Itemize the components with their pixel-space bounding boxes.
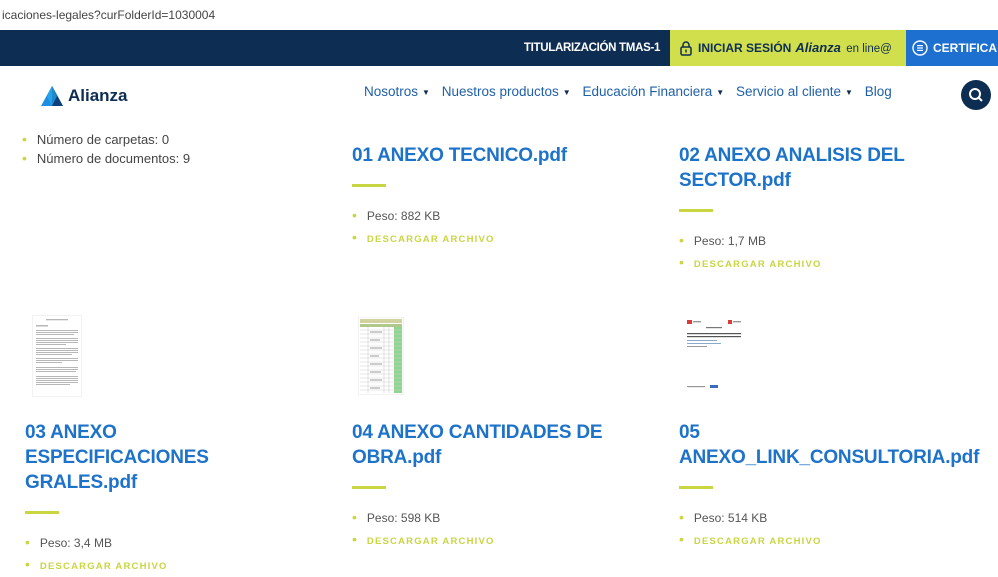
caret-down-icon: ▼ xyxy=(716,88,725,97)
pdf-preview-icon xyxy=(31,314,83,398)
bullet-icon: • xyxy=(679,509,684,525)
titularizacion-button[interactable]: TITULARIZACIÓN TMAS-1 xyxy=(514,30,670,66)
download-link[interactable]: • DESCARGAR ARCHIVO xyxy=(352,529,652,552)
document-card: 03 ANEXO ESPECIFICACIONES GRALES.pdf • Pe… xyxy=(25,420,325,577)
nav-label: Educación Financiera xyxy=(582,84,713,99)
bullet-icon: • xyxy=(22,131,27,147)
caret-down-icon: ▼ xyxy=(422,88,430,97)
nav-label: Nosotros xyxy=(364,84,419,99)
bullet-icon: • xyxy=(25,534,30,550)
folder-count-item: • Número de carpetas: 0 xyxy=(22,130,190,149)
bullet-icon: • xyxy=(25,556,30,572)
caret-down-icon: ▼ xyxy=(845,88,853,97)
document-thumbnail[interactable] xyxy=(684,317,744,395)
logo-text: Alianza xyxy=(68,86,128,105)
nav-item-servicio[interactable]: Servicio al cliente ▼ xyxy=(736,84,853,99)
document-title[interactable]: 04 ANEXO CANTIDADES DE OBRA.pdf xyxy=(352,420,632,470)
bullet-icon: • xyxy=(679,254,684,270)
document-size: • Peso: 514 KB xyxy=(679,509,768,525)
caret-down-icon: ▼ xyxy=(562,88,571,97)
login-label: INICIAR SESIÓN xyxy=(698,41,792,55)
document-thumbnail[interactable] xyxy=(357,316,405,396)
title-divider xyxy=(352,184,386,187)
document-card: 05 ANEXO_LINK_CONSULTORIA.pdf • Peso: 514… xyxy=(679,420,997,552)
document-title[interactable]: 05 ANEXO_LINK_CONSULTORIA.pdf xyxy=(679,420,997,470)
nav-item-productos[interactable]: Nuestros productos ▼ xyxy=(442,84,571,99)
main-navbar: Alianza Nosotros ▼ Nuestros productos ▼ Ed… xyxy=(0,66,998,124)
search-button[interactable] xyxy=(961,80,991,110)
document-title[interactable]: 02 ANEXO ANALISIS DEL SECTOR.pdf xyxy=(679,143,939,193)
document-title[interactable]: 03 ANEXO ESPECIFICACIONES GRALES.pdf xyxy=(25,420,235,495)
bullet-icon: • xyxy=(352,207,357,223)
alianza-logo[interactable]: Alianza xyxy=(40,82,128,110)
nav-item-educacion[interactable]: Educación Financiera ▼ xyxy=(582,84,724,99)
bullet-icon: • xyxy=(352,531,357,547)
pdf-preview-icon xyxy=(684,317,744,395)
login-button[interactable]: INICIAR SESIÓN Alianza en line@ xyxy=(670,30,906,66)
document-count: Número de documentos: 9 xyxy=(36,151,191,166)
search-icon xyxy=(969,88,983,102)
document-meta: • Peso: 3,4 MB • DESCARGAR ARCHIVO xyxy=(25,532,325,577)
download-link[interactable]: • DESCARGAR ARCHIVO xyxy=(679,529,997,552)
folder-count: Número de carpetas: 0 xyxy=(36,132,170,147)
alianza-logo-icon xyxy=(41,86,63,106)
document-count-item: • Número de documentos: 9 xyxy=(22,149,190,168)
title-divider xyxy=(352,486,386,489)
address-bar[interactable]: icaciones-legales?curFolderId=1030004 xyxy=(0,0,998,30)
nav-item-blog[interactable]: Blog xyxy=(865,84,892,99)
document-meta: • Peso: 882 KB • DESCARGAR ARCHIVO xyxy=(352,205,652,250)
download-link[interactable]: • DESCARGAR ARCHIVO xyxy=(352,227,652,250)
document-meta: • Peso: 514 KB • DESCARGAR ARCHIVO xyxy=(679,507,997,552)
document-size: • Peso: 882 KB xyxy=(352,207,441,223)
login-brand: Alianza xyxy=(795,40,841,55)
title-divider xyxy=(679,209,713,212)
document-size: • Peso: 1,7 MB xyxy=(679,232,766,248)
document-meta: • Peso: 1,7 MB • DESCARGAR ARCHIVO xyxy=(679,230,979,275)
nav-label: Servicio al cliente xyxy=(735,84,842,99)
bullet-icon: • xyxy=(22,150,27,166)
title-divider xyxy=(25,511,59,514)
login-online: en line@ xyxy=(846,43,892,55)
folder-info: • Número de carpetas: 0 • Número de docume… xyxy=(22,130,190,168)
title-divider xyxy=(679,486,713,489)
bullet-icon: • xyxy=(679,232,684,248)
document-size: • Peso: 3,4 MB xyxy=(25,534,112,550)
download-link[interactable]: • DESCARGAR ARCHIVO xyxy=(679,252,979,275)
nav-item-nosotros[interactable]: Nosotros ▼ xyxy=(364,84,430,99)
bullet-icon: • xyxy=(679,531,684,547)
list-circle-icon xyxy=(912,40,928,56)
document-card: 01 ANEXO TECNICO.pdf • Peso: 882 KB • DESC… xyxy=(352,143,652,250)
top-utility-bar: TITULARIZACIÓN TMAS-1 INICIAR SESIÓN Alia… xyxy=(0,30,998,66)
certificados-button[interactable]: CERTIFICA xyxy=(906,30,998,66)
document-card: 02 ANEXO ANALISIS DEL SECTOR.pdf • Peso: … xyxy=(679,143,979,275)
bullet-icon: • xyxy=(352,509,357,525)
cert-label: CERTIFICA xyxy=(933,41,997,55)
document-size: • Peso: 598 KB xyxy=(352,509,441,525)
bullet-icon: • xyxy=(352,229,357,245)
spreadsheet-preview-icon xyxy=(357,316,405,396)
document-title[interactable]: 01 ANEXO TECNICO.pdf xyxy=(352,143,652,168)
nav-label: Nuestros productos xyxy=(441,84,559,99)
document-card: 04 ANEXO CANTIDADES DE OBRA.pdf • Peso: 5… xyxy=(352,420,652,552)
lock-icon xyxy=(680,41,692,56)
document-thumbnail[interactable] xyxy=(31,314,83,398)
main-nav: Nosotros ▼ Nuestros productos ▼ Educación … xyxy=(364,84,900,99)
document-meta: • Peso: 598 KB • DESCARGAR ARCHIVO xyxy=(352,507,652,552)
